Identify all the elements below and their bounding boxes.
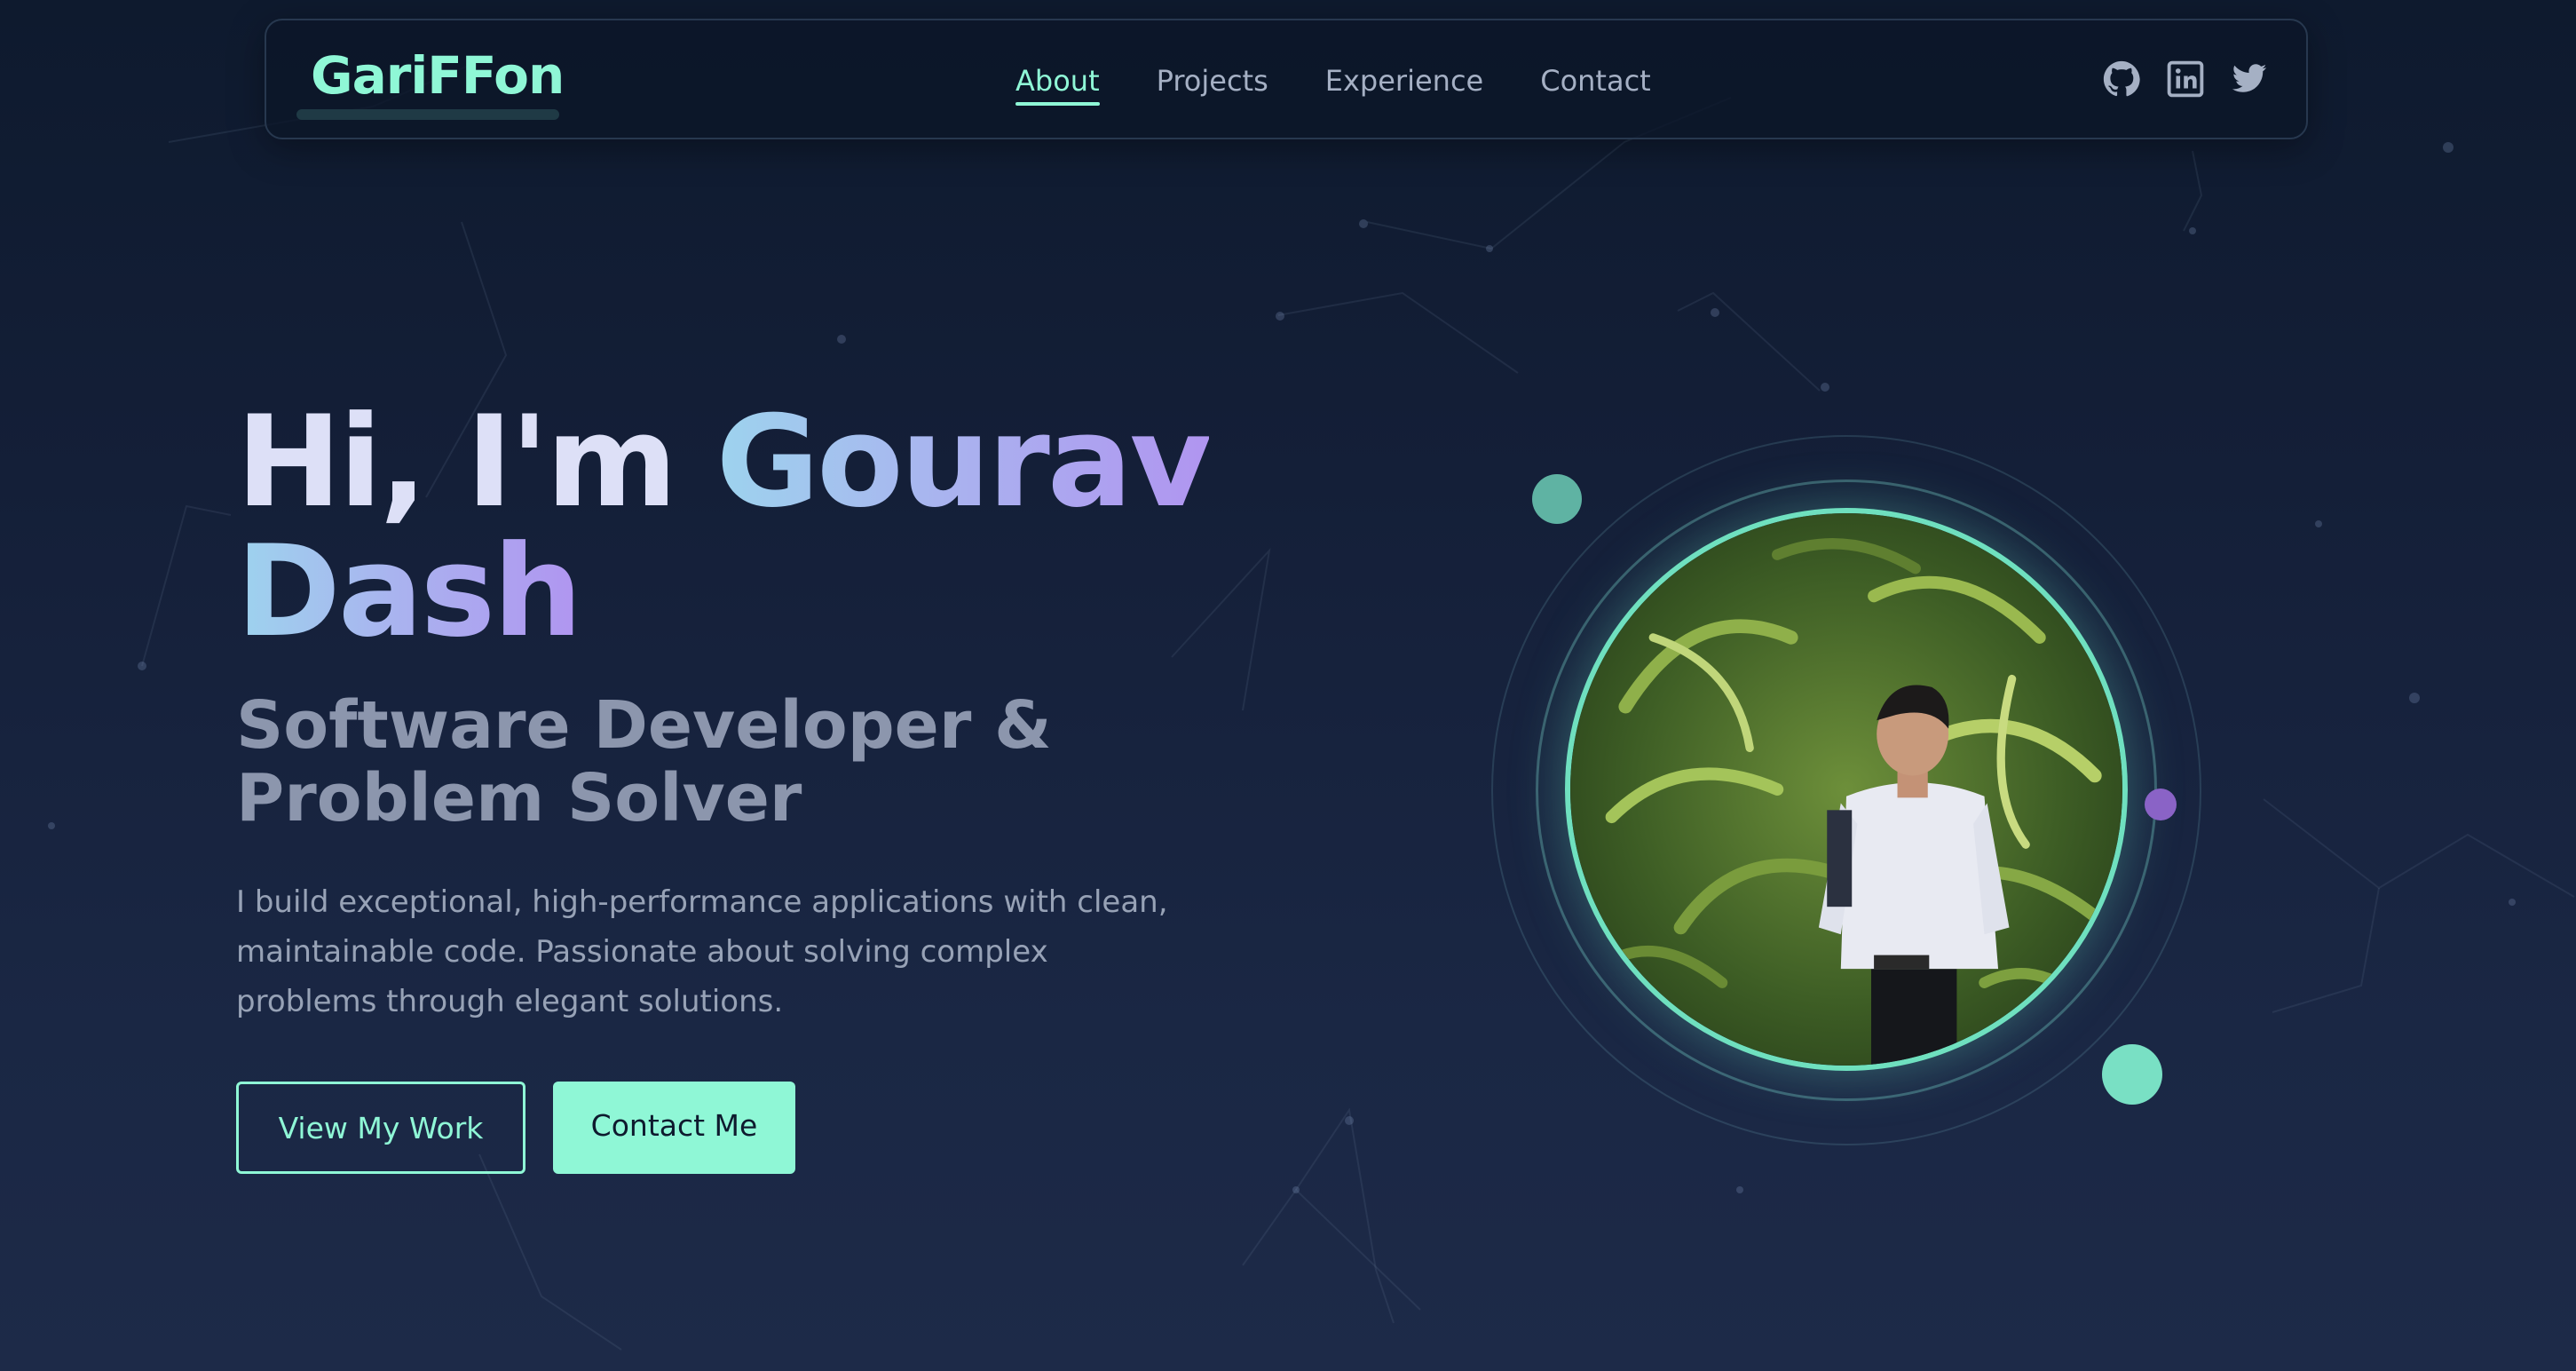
logo-underline bbox=[296, 109, 559, 120]
hero-greeting: Hi, I'm bbox=[236, 389, 716, 535]
decor-orb-teal bbox=[1532, 474, 1582, 524]
hero-description: I build exceptional, high-performance ap… bbox=[236, 884, 1168, 1019]
hero-subtitle: Software Developer & Problem Solver bbox=[236, 689, 1124, 835]
twitter-icon[interactable] bbox=[2230, 59, 2269, 99]
decor-orb-mint bbox=[2102, 1044, 2162, 1105]
linkedin-icon[interactable] bbox=[2166, 59, 2205, 99]
hero-name-last: Dash bbox=[236, 519, 582, 665]
profile-photo bbox=[1565, 508, 2128, 1071]
hero-subtitle-line2: Problem Solver bbox=[236, 760, 802, 836]
nav-link-projects[interactable]: Projects bbox=[1157, 63, 1268, 100]
site-logo[interactable]: GariFFon bbox=[311, 45, 565, 107]
nav-links: About Projects Experience Contact bbox=[1015, 63, 1708, 106]
social-links bbox=[2102, 59, 2269, 99]
decor-orb-purple bbox=[2145, 789, 2177, 820]
view-my-work-button[interactable]: View My Work bbox=[236, 1082, 525, 1174]
navbar: GariFFon About Projects Experience Conta… bbox=[265, 19, 2308, 139]
profile-photo-section bbox=[1491, 435, 2201, 1145]
nav-link-about[interactable]: About bbox=[1015, 63, 1100, 106]
hero-name-first: Gourav bbox=[715, 389, 1213, 535]
github-icon[interactable] bbox=[2102, 59, 2141, 99]
nav-link-contact[interactable]: Contact bbox=[1540, 63, 1651, 100]
contact-me-button[interactable]: Contact Me bbox=[553, 1082, 795, 1174]
hero-subtitle-line1: Software Developer & bbox=[236, 687, 1052, 764]
nav-link-experience[interactable]: Experience bbox=[1325, 63, 1483, 100]
hero-title: Hi, I'm Gourav Dash bbox=[236, 398, 1390, 657]
